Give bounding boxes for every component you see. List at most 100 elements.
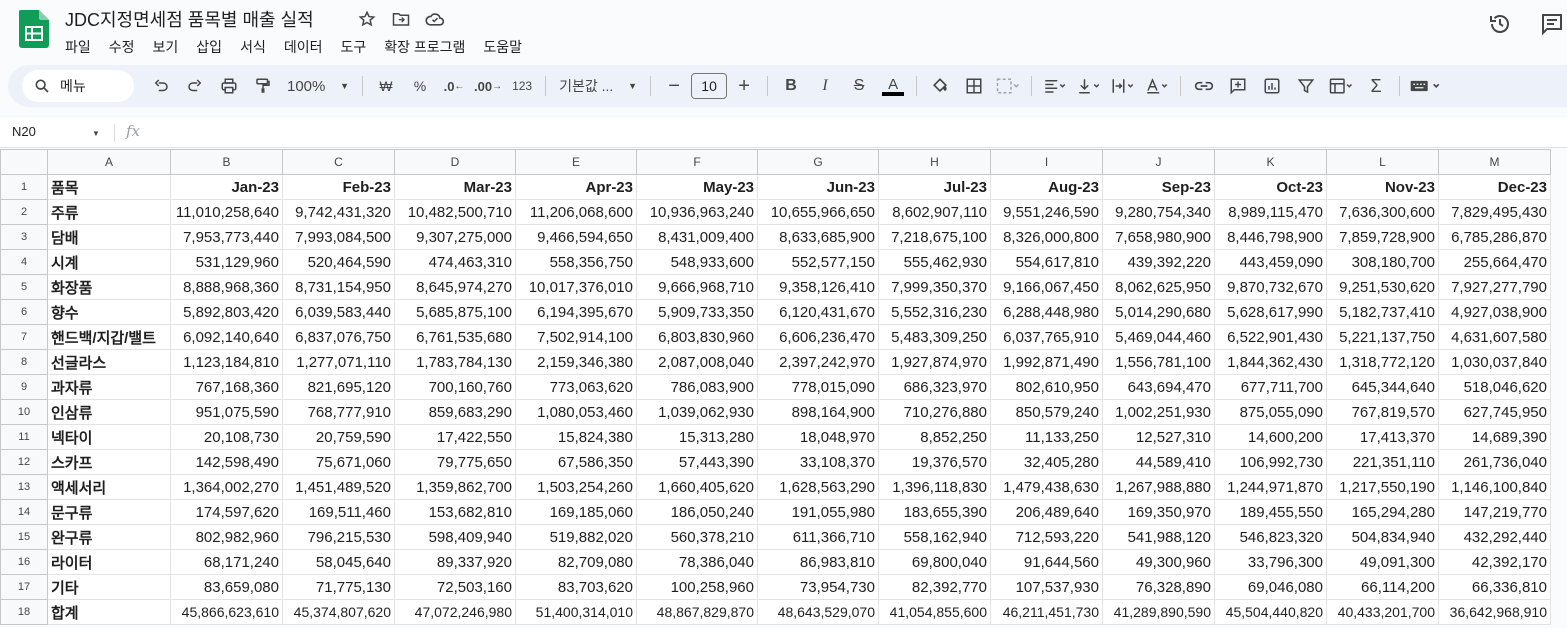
spreadsheet-grid[interactable]: ABCDEFGHIJKLM 1 품목 Jan-23 Feb-23 Mar-23 Apr-2… — [0, 149, 1551, 625]
sales-value-cell[interactable]: 79,775,650 — [394, 449, 516, 475]
sales-value-cell[interactable]: 8,431,009,400 — [636, 224, 758, 250]
sales-value-cell[interactable]: 951,075,590 — [170, 399, 283, 425]
sales-value-cell[interactable]: 78,386,040 — [636, 549, 758, 575]
column-header-j[interactable]: J — [1102, 149, 1215, 175]
row-header[interactable]: 16 — [0, 549, 48, 575]
bold-button[interactable]: B — [777, 72, 805, 100]
row-header[interactable]: 4 — [0, 249, 48, 275]
row-header[interactable]: 7 — [0, 324, 48, 350]
sales-value-cell[interactable]: 6,288,448,980 — [990, 299, 1103, 325]
sheet-table[interactable]: ABCDEFGHIJKLM 1 품목 Jan-23 Feb-23 Mar-23 Apr-2… — [0, 149, 1551, 625]
sales-value-cell[interactable]: 45,866,623,610 — [170, 599, 283, 625]
sales-value-cell[interactable]: 4,631,607,580 — [1438, 324, 1551, 350]
redo-icon[interactable] — [181, 72, 209, 100]
sales-value-cell[interactable]: 558,356,750 — [515, 249, 637, 275]
paint-format-icon[interactable] — [249, 72, 277, 100]
sales-value-cell[interactable]: 1,359,862,700 — [394, 474, 516, 500]
sales-value-cell[interactable]: 1,030,037,840 — [1438, 349, 1551, 375]
sales-value-cell[interactable]: 6,785,286,870 — [1438, 224, 1551, 250]
sales-value-cell[interactable]: 14,689,390 — [1438, 424, 1551, 450]
sales-value-cell[interactable]: 8,888,968,360 — [170, 274, 283, 300]
sales-value-cell[interactable]: 40,433,201,700 — [1326, 599, 1439, 625]
sales-value-cell[interactable]: 191,055,980 — [757, 499, 879, 525]
sales-value-cell[interactable]: 153,682,810 — [394, 499, 516, 525]
chevron-down-icon[interactable]: ▼ — [92, 129, 100, 138]
item-label-cell[interactable]: 시계 — [47, 249, 171, 275]
sales-value-cell[interactable]: 7,953,773,440 — [170, 224, 283, 250]
row-header[interactable]: 3 — [0, 224, 48, 250]
sales-value-cell[interactable]: 7,993,084,500 — [282, 224, 395, 250]
row-header[interactable]: 5 — [0, 274, 48, 300]
sales-value-cell[interactable]: 33,108,370 — [757, 449, 879, 475]
sales-value-cell[interactable]: Nov-23 — [1326, 174, 1439, 200]
column-header-k[interactable]: K — [1214, 149, 1327, 175]
row-header[interactable]: 6 — [0, 299, 48, 325]
font-size-input[interactable]: 10 — [691, 73, 728, 99]
sales-value-cell[interactable]: 5,892,803,420 — [170, 299, 283, 325]
row-header[interactable]: 8 — [0, 349, 48, 375]
item-label-cell[interactable]: 담배 — [47, 224, 171, 250]
sales-value-cell[interactable]: 169,185,060 — [515, 499, 637, 525]
sales-value-cell[interactable]: 546,823,320 — [1214, 524, 1327, 550]
sales-value-cell[interactable]: Mar-23 — [394, 174, 516, 200]
column-header-a[interactable]: A — [47, 149, 171, 175]
sales-value-cell[interactable]: 5,221,137,750 — [1326, 324, 1439, 350]
sales-value-cell[interactable]: 91,644,560 — [990, 549, 1103, 575]
sales-value-cell[interactable]: 12,527,310 — [1102, 424, 1215, 450]
sales-value-cell[interactable]: 107,537,930 — [990, 574, 1103, 600]
sales-value-cell[interactable]: 859,683,290 — [394, 399, 516, 425]
sales-value-cell[interactable]: 42,392,170 — [1438, 549, 1551, 575]
sales-value-cell[interactable]: 36,642,968,910 — [1438, 599, 1551, 625]
sales-value-cell[interactable]: 2,087,008,040 — [636, 349, 758, 375]
sales-value-cell[interactable]: 5,685,875,100 — [394, 299, 516, 325]
number-format-button[interactable]: 123 — [508, 72, 536, 100]
sales-value-cell[interactable]: Apr-23 — [515, 174, 637, 200]
row-header[interactable]: 15 — [0, 524, 48, 550]
sales-value-cell[interactable]: 261,736,040 — [1438, 449, 1551, 475]
sales-value-cell[interactable]: 1,992,871,490 — [990, 349, 1103, 375]
sales-value-cell[interactable]: 850,579,240 — [990, 399, 1103, 425]
vertical-align-icon[interactable] — [1075, 72, 1103, 100]
sales-value-cell[interactable]: 83,703,620 — [515, 574, 637, 600]
strikethrough-button[interactable]: S — [845, 72, 873, 100]
sales-value-cell[interactable]: 6,092,140,640 — [170, 324, 283, 350]
sales-value-cell[interactable]: 41,289,890,590 — [1102, 599, 1215, 625]
menu-item-view[interactable]: 보기 — [153, 37, 179, 57]
sales-value-cell[interactable]: 767,168,360 — [170, 374, 283, 400]
sales-value-cell[interactable]: 45,374,807,620 — [282, 599, 395, 625]
sales-value-cell[interactable]: 255,664,470 — [1438, 249, 1551, 275]
sales-value-cell[interactable]: 541,988,120 — [1102, 524, 1215, 550]
sales-value-cell[interactable]: 8,602,907,110 — [878, 199, 991, 225]
move-folder-icon[interactable] — [390, 8, 412, 30]
menu-item-data[interactable]: 데이터 — [284, 37, 323, 57]
sales-value-cell[interactable]: 554,617,810 — [990, 249, 1103, 275]
sales-value-cell[interactable]: 48,867,829,870 — [636, 599, 758, 625]
sales-value-cell[interactable]: 44,589,410 — [1102, 449, 1215, 475]
row-header[interactable]: 2 — [0, 199, 48, 225]
sales-value-cell[interactable]: 1,080,053,460 — [515, 399, 637, 425]
sales-value-cell[interactable]: 4,927,038,900 — [1438, 299, 1551, 325]
sales-value-cell[interactable]: 8,446,798,900 — [1214, 224, 1327, 250]
sales-value-cell[interactable]: 1,844,362,430 — [1214, 349, 1327, 375]
sales-value-cell[interactable]: 5,909,733,350 — [636, 299, 758, 325]
sales-value-cell[interactable]: 1,318,772,120 — [1326, 349, 1439, 375]
sales-value-cell[interactable]: 221,351,110 — [1326, 449, 1439, 475]
sales-value-cell[interactable]: 11,010,258,640 — [170, 199, 283, 225]
sales-value-cell[interactable]: 1,244,971,870 — [1214, 474, 1327, 500]
sales-value-cell[interactable]: 189,455,550 — [1214, 499, 1327, 525]
sales-value-cell[interactable]: 1,628,563,290 — [757, 474, 879, 500]
sales-value-cell[interactable]: 169,350,970 — [1102, 499, 1215, 525]
sales-value-cell[interactable]: 6,803,830,960 — [636, 324, 758, 350]
sales-value-cell[interactable]: 555,462,930 — [878, 249, 991, 275]
sales-value-cell[interactable]: 15,824,380 — [515, 424, 637, 450]
sales-value-cell[interactable]: 2,397,242,970 — [757, 349, 879, 375]
sales-value-cell[interactable]: 32,405,280 — [990, 449, 1103, 475]
menu-item-help[interactable]: 도움말 — [483, 37, 522, 57]
sales-value-cell[interactable]: 9,251,530,620 — [1326, 274, 1439, 300]
sales-value-cell[interactable]: 432,292,440 — [1438, 524, 1551, 550]
print-icon[interactable] — [215, 72, 243, 100]
sales-value-cell[interactable]: 9,466,594,650 — [515, 224, 637, 250]
sales-value-cell[interactable]: 46,211,451,730 — [990, 599, 1103, 625]
sales-value-cell[interactable]: 10,936,963,240 — [636, 199, 758, 225]
sales-value-cell[interactable]: 66,336,810 — [1438, 574, 1551, 600]
